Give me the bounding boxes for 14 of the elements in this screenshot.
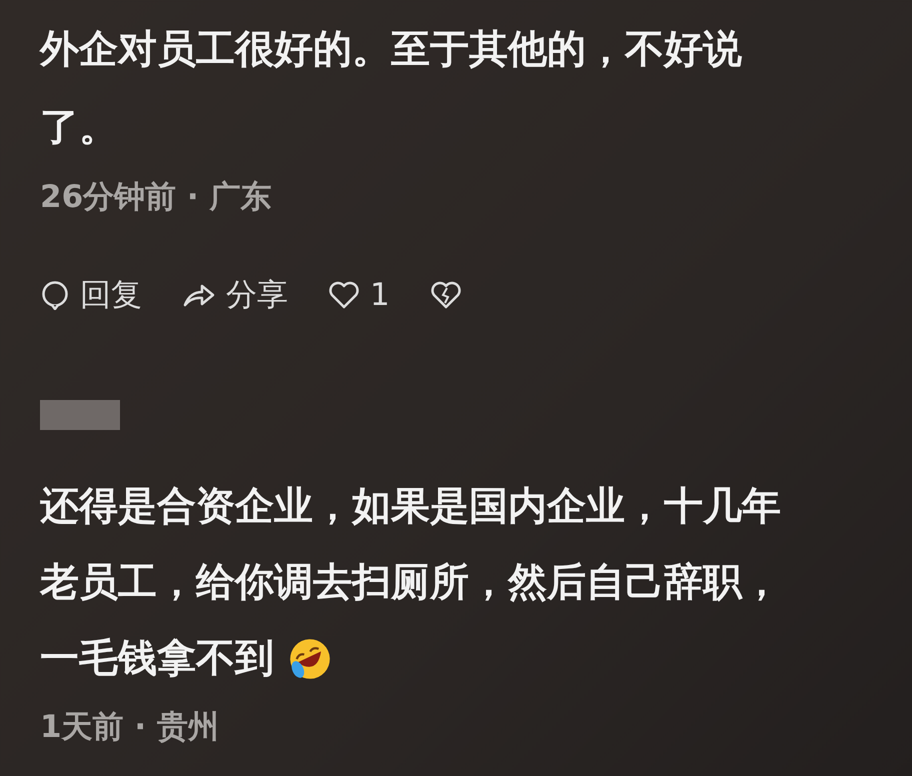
heart-icon: [328, 280, 360, 310]
comment-text: 外企对员工很好的。至于其他的，不好说: [40, 26, 742, 74]
speech-bubble-icon: [40, 280, 70, 310]
share-button[interactable]: 分享: [182, 274, 288, 316]
comment-meta: 1天前 · 贵州: [40, 708, 220, 747]
dislike-button[interactable]: [430, 280, 462, 310]
reply-button[interactable]: 回复: [40, 274, 142, 316]
like-button[interactable]: 1: [328, 277, 390, 313]
comment-text: 老员工，给你调去扫厕所，然后自己辞职，: [40, 559, 781, 607]
comment-text: 了。: [40, 104, 118, 152]
comment-text: 还得是合资企业，如果是国内企业，十几年: [40, 483, 781, 531]
comment-meta: 26分钟前 · 广东: [40, 178, 273, 217]
broken-heart-icon: [430, 280, 462, 310]
comment-text: 一毛钱拿不到: [40, 635, 274, 683]
